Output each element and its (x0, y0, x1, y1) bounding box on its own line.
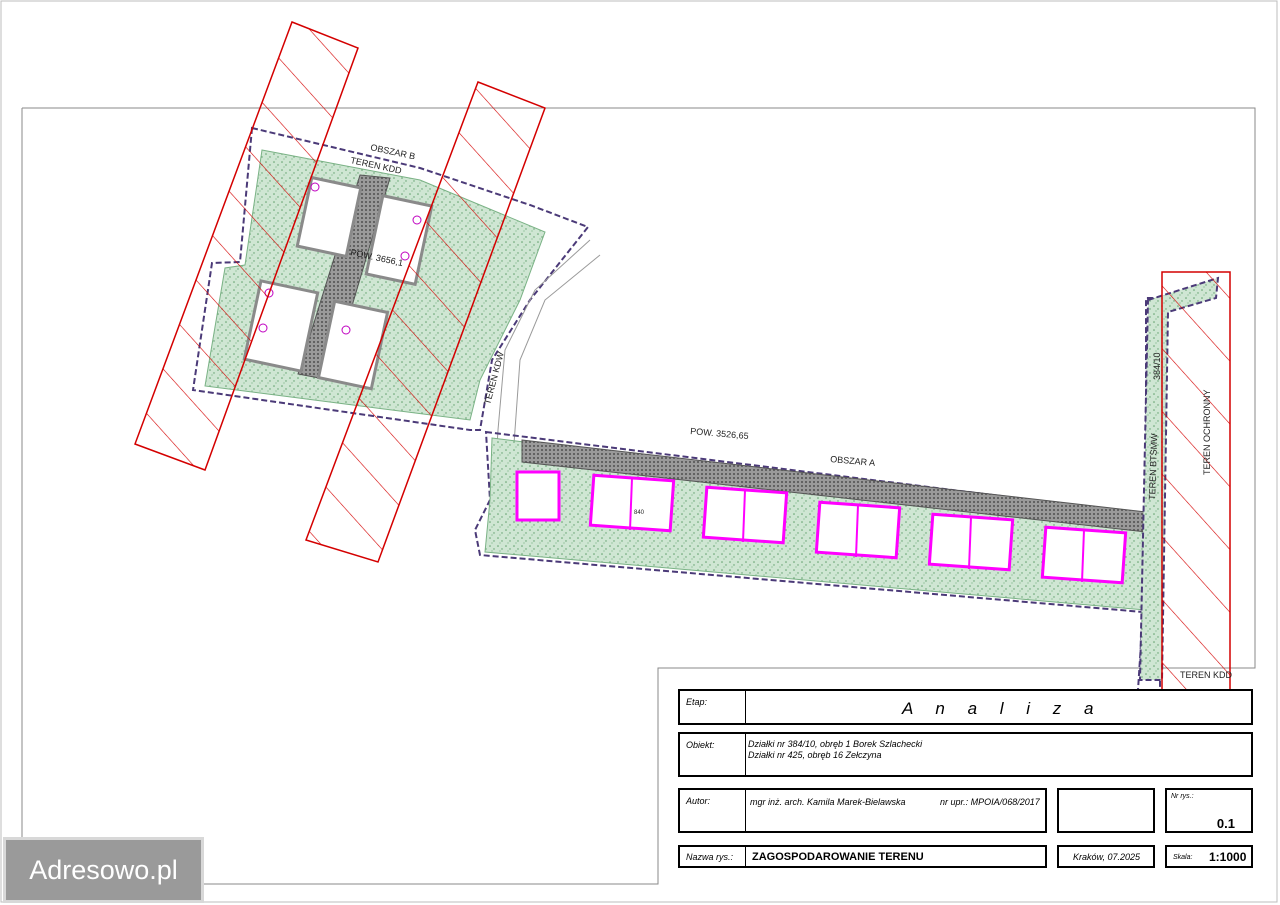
building-a1 (515, 470, 561, 522)
tb-autor-label: Autor: (686, 796, 711, 806)
tb-row-obiekt: Obiekt: Działki nr 384/10, obręb 1 Borek… (678, 732, 1253, 777)
tb-place-date-box: Kraków, 07.2025 (1057, 845, 1155, 868)
tb-nr-rys-label: Nr rys.: (1171, 793, 1194, 800)
tb-row-nazwa: Nazwa rys.: ZAGOSPODAROWANIE TERENU (678, 845, 1047, 868)
tb-nr-rys-value: 0.1 (1216, 816, 1235, 831)
tb-scale-value: 1:1000 (1209, 850, 1247, 864)
watermark-logo: Adresowo.pl (3, 837, 204, 903)
label-area-a: OBSZAR A (830, 454, 876, 468)
protection-zone-3 (1161, 271, 1231, 715)
tb-nr-upr: nr upr.: MPOIA/068/2017 (940, 797, 1040, 807)
tb-stamp-box (1057, 788, 1155, 833)
tb-obiekt-label: Obiekt: (686, 740, 715, 750)
tb-nazwa-label: Nazwa rys.: (686, 852, 734, 862)
tb-etap-value: A n a l i z a (902, 699, 1103, 718)
tb-row-etap: Etap: A n a l i z a (678, 689, 1253, 725)
watermark-text: Adresowo.pl (29, 854, 178, 885)
label-teren-kdd-bottom: TEREN KDD (1180, 670, 1233, 680)
tb-nr-rys-box: Nr rys.: 0.1 (1165, 788, 1253, 833)
tb-etap-label: Etap: (686, 697, 708, 707)
tb-obiekt-line2: Działki nr 425, obręb 16 Zełczyna (748, 750, 882, 760)
tb-obiekt-line1: Działki nr 384/10, obręb 1 Borek Szlache… (748, 739, 923, 749)
tb-place-date: Kraków, 07.2025 (1073, 852, 1141, 862)
tb-row-autor: Autor: mgr inż. arch. Kamila Marek-Biela… (678, 788, 1047, 833)
tb-scale-label: Skala: (1173, 854, 1193, 861)
label-teren-ochronny: TEREN OCHRONNY (1202, 389, 1212, 475)
label-parcel-384: 384/10 (1152, 352, 1162, 380)
label-dim: 840 (634, 510, 645, 516)
tb-nazwa-value: ZAGOSPODAROWANIE TERENU (752, 851, 924, 863)
tb-autor-value: mgr inż. arch. Kamila Marek-Bielawska (750, 797, 906, 807)
tb-scale-box: Skala: 1:1000 (1165, 845, 1253, 868)
area-a (473, 276, 1220, 691)
label-pow-a: POW. 3526,65 (690, 426, 749, 441)
